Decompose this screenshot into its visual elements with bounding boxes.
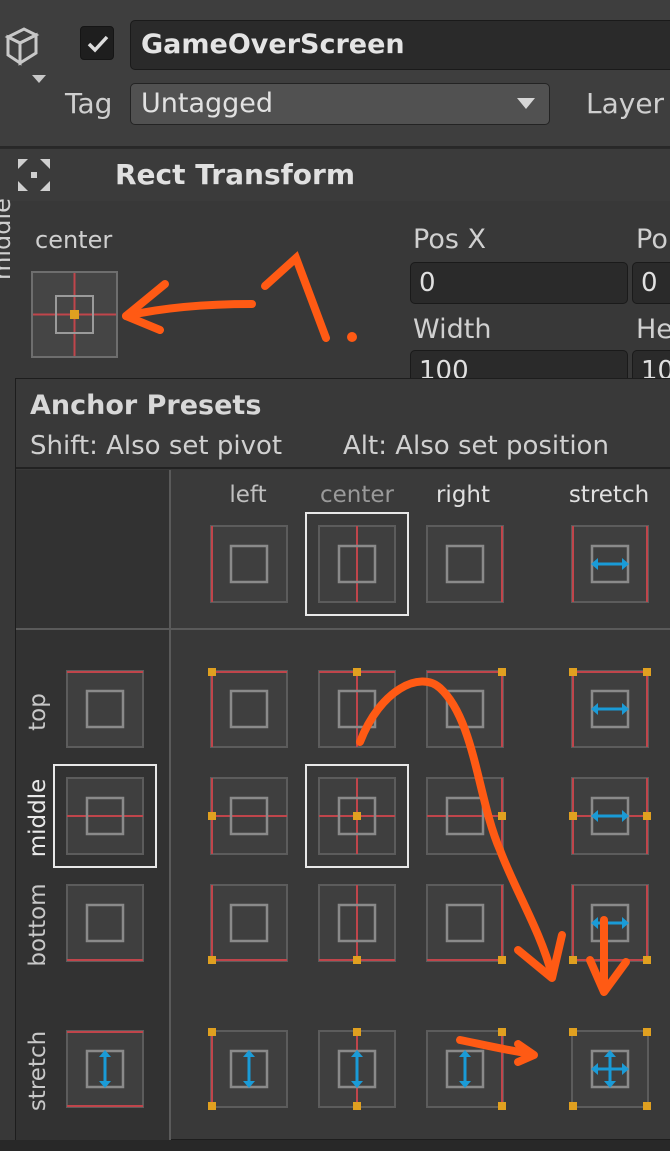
- column-label-stretch: stretch: [568, 482, 650, 508]
- active-checkbox[interactable]: [80, 26, 114, 60]
- column-label-right: right: [435, 482, 491, 508]
- component-title: Rect Transform: [115, 158, 356, 191]
- pos-y-field[interactable]: 0: [632, 262, 670, 304]
- row-label-bottom: bottom: [25, 883, 51, 967]
- rect-transform-icon: [16, 157, 52, 193]
- object-name-field[interactable]: GameOverScreen: [130, 20, 670, 70]
- checkmark-icon: [87, 35, 109, 53]
- popup-hint-alt: Alt: Also set position: [343, 431, 609, 461]
- row-label-stretch: stretch: [25, 1030, 51, 1112]
- column-label-left: left: [229, 482, 267, 508]
- tag-label: Tag: [65, 87, 113, 120]
- anchor-presets-button[interactable]: [31, 271, 118, 358]
- anchor-h-label: center: [35, 226, 113, 254]
- layer-label: Layer: [586, 87, 665, 120]
- height-label: He: [636, 314, 670, 345]
- width-label: Width: [413, 314, 492, 345]
- pos-y-label: Po: [636, 224, 668, 255]
- pos-x-label: Pos X: [413, 224, 486, 255]
- popup-hint-shift: Shift: Also set pivot: [30, 431, 283, 461]
- tag-dropdown[interactable]: Untagged: [130, 83, 550, 125]
- pos-x-field[interactable]: 0: [410, 262, 628, 304]
- anchor-v-label: middle: [0, 198, 16, 280]
- chevron-down-icon: [517, 98, 535, 109]
- column-label-center: center: [320, 482, 394, 508]
- tag-value: Untagged: [141, 88, 274, 119]
- cube-icon[interactable]: [0, 25, 50, 85]
- popup-title: Anchor Presets: [30, 390, 262, 421]
